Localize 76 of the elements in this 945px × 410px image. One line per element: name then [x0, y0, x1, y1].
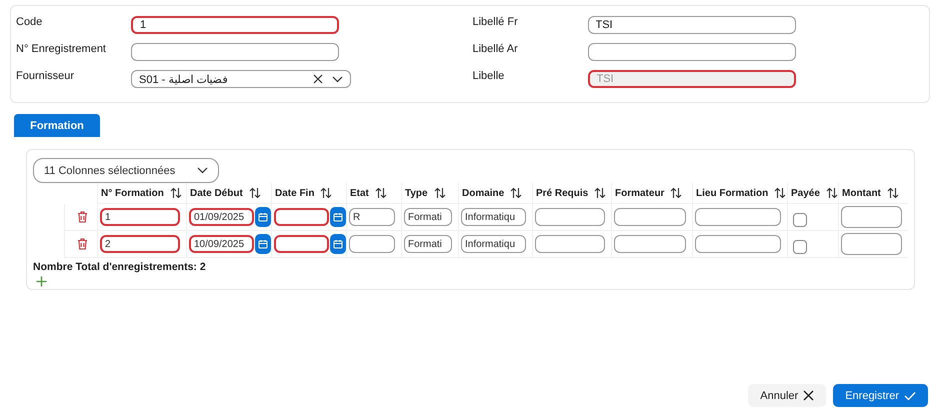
calendar-icon [333, 212, 343, 222]
sort-icon[interactable] [320, 187, 332, 199]
sort-icon[interactable] [170, 187, 182, 199]
cell-field[interactable] [695, 208, 781, 226]
column-header[interactable]: N° Formation [101, 188, 164, 198]
column-picker[interactable]: 11 Colonnes sélectionnées [33, 158, 220, 183]
cell-field[interactable] [535, 208, 605, 226]
check-icon [904, 390, 916, 400]
close-icon [803, 390, 814, 401]
input-field[interactable] [588, 43, 796, 61]
field-label: Libelle [472, 69, 506, 82]
input-field[interactable]: 1 [131, 16, 339, 34]
checkbox[interactable] [793, 240, 807, 254]
input-field[interactable] [131, 43, 339, 61]
column-header[interactable]: Type [405, 188, 428, 198]
column-header[interactable]: Etat [350, 188, 369, 198]
column-header[interactable]: Date Fin [275, 188, 314, 198]
sort-icon[interactable] [510, 187, 522, 199]
trash-icon[interactable] [76, 211, 88, 223]
cell-field[interactable]: R [349, 208, 395, 226]
field-label: Libellé Ar [472, 42, 519, 55]
calendar-icon [333, 239, 343, 249]
trash-icon[interactable] [76, 238, 88, 250]
amount-field[interactable] [841, 233, 902, 255]
field-label: Libellé Fr [472, 15, 519, 28]
record-count: Nombre Total d'enregistrements: 2 [33, 261, 207, 273]
cell-field[interactable]: Formati [404, 208, 452, 226]
calendar-icon [258, 239, 268, 249]
field-label: Code [16, 15, 44, 28]
cell-field[interactable]: Informatiqu [461, 208, 526, 226]
cell-field[interactable] [614, 208, 686, 226]
cell-field[interactable]: 2 [100, 235, 180, 253]
column-header[interactable]: Montant [842, 188, 881, 198]
column-header[interactable]: Lieu Formation [696, 188, 768, 198]
column-header[interactable]: Date Début [190, 188, 243, 198]
sort-icon[interactable] [374, 187, 387, 199]
chevron-down-icon [197, 167, 208, 174]
amount-field[interactable] [841, 206, 902, 228]
field-label: Fournisseur [16, 69, 76, 82]
date-field[interactable]: 10/09/2025 [189, 235, 254, 253]
checkbox[interactable] [793, 213, 807, 227]
sort-icon[interactable] [886, 187, 899, 199]
add-icon[interactable] [36, 276, 47, 287]
column-header[interactable]: Payée [791, 188, 820, 198]
cell-field[interactable]: Informatiqu [461, 235, 526, 253]
cell-field[interactable] [535, 235, 605, 253]
column-header[interactable]: Formateur [615, 188, 664, 198]
column-header[interactable]: Pré Requis [536, 188, 588, 198]
calendar-button[interactable] [255, 207, 271, 227]
calendar-button[interactable] [255, 234, 271, 254]
calendar-button[interactable] [330, 207, 346, 227]
column-header[interactable]: Domaine [462, 188, 504, 198]
calendar-icon [258, 212, 268, 222]
sort-icon[interactable] [670, 187, 682, 199]
input-field[interactable]: TSI [588, 16, 796, 34]
sort-icon[interactable] [434, 187, 446, 199]
cell-field[interactable] [695, 235, 781, 253]
date-field[interactable] [274, 208, 329, 226]
sort-icon[interactable] [826, 187, 838, 199]
calendar-button[interactable] [330, 234, 346, 254]
date-field[interactable] [274, 235, 329, 253]
tab[interactable]: Formation [14, 114, 100, 137]
field-label: N° Enregistrement [16, 42, 107, 55]
supplier-select[interactable]: S01 - فضيات اصلية [131, 70, 351, 88]
sort-icon[interactable] [248, 187, 261, 199]
clear-icon[interactable] [313, 74, 323, 84]
cell-field[interactable] [349, 235, 395, 253]
cell-field[interactable]: Formati [404, 235, 452, 253]
date-field[interactable]: 01/09/2025 [189, 208, 254, 226]
cancel-button[interactable]: Annuler [748, 384, 826, 407]
sort-icon[interactable] [594, 187, 606, 199]
chevron-down-icon[interactable] [332, 76, 343, 82]
cell-field[interactable] [614, 235, 686, 253]
sort-icon[interactable] [774, 187, 786, 199]
cell-field[interactable]: 1 [100, 208, 180, 226]
save-button[interactable]: Enregistrer [833, 384, 928, 407]
